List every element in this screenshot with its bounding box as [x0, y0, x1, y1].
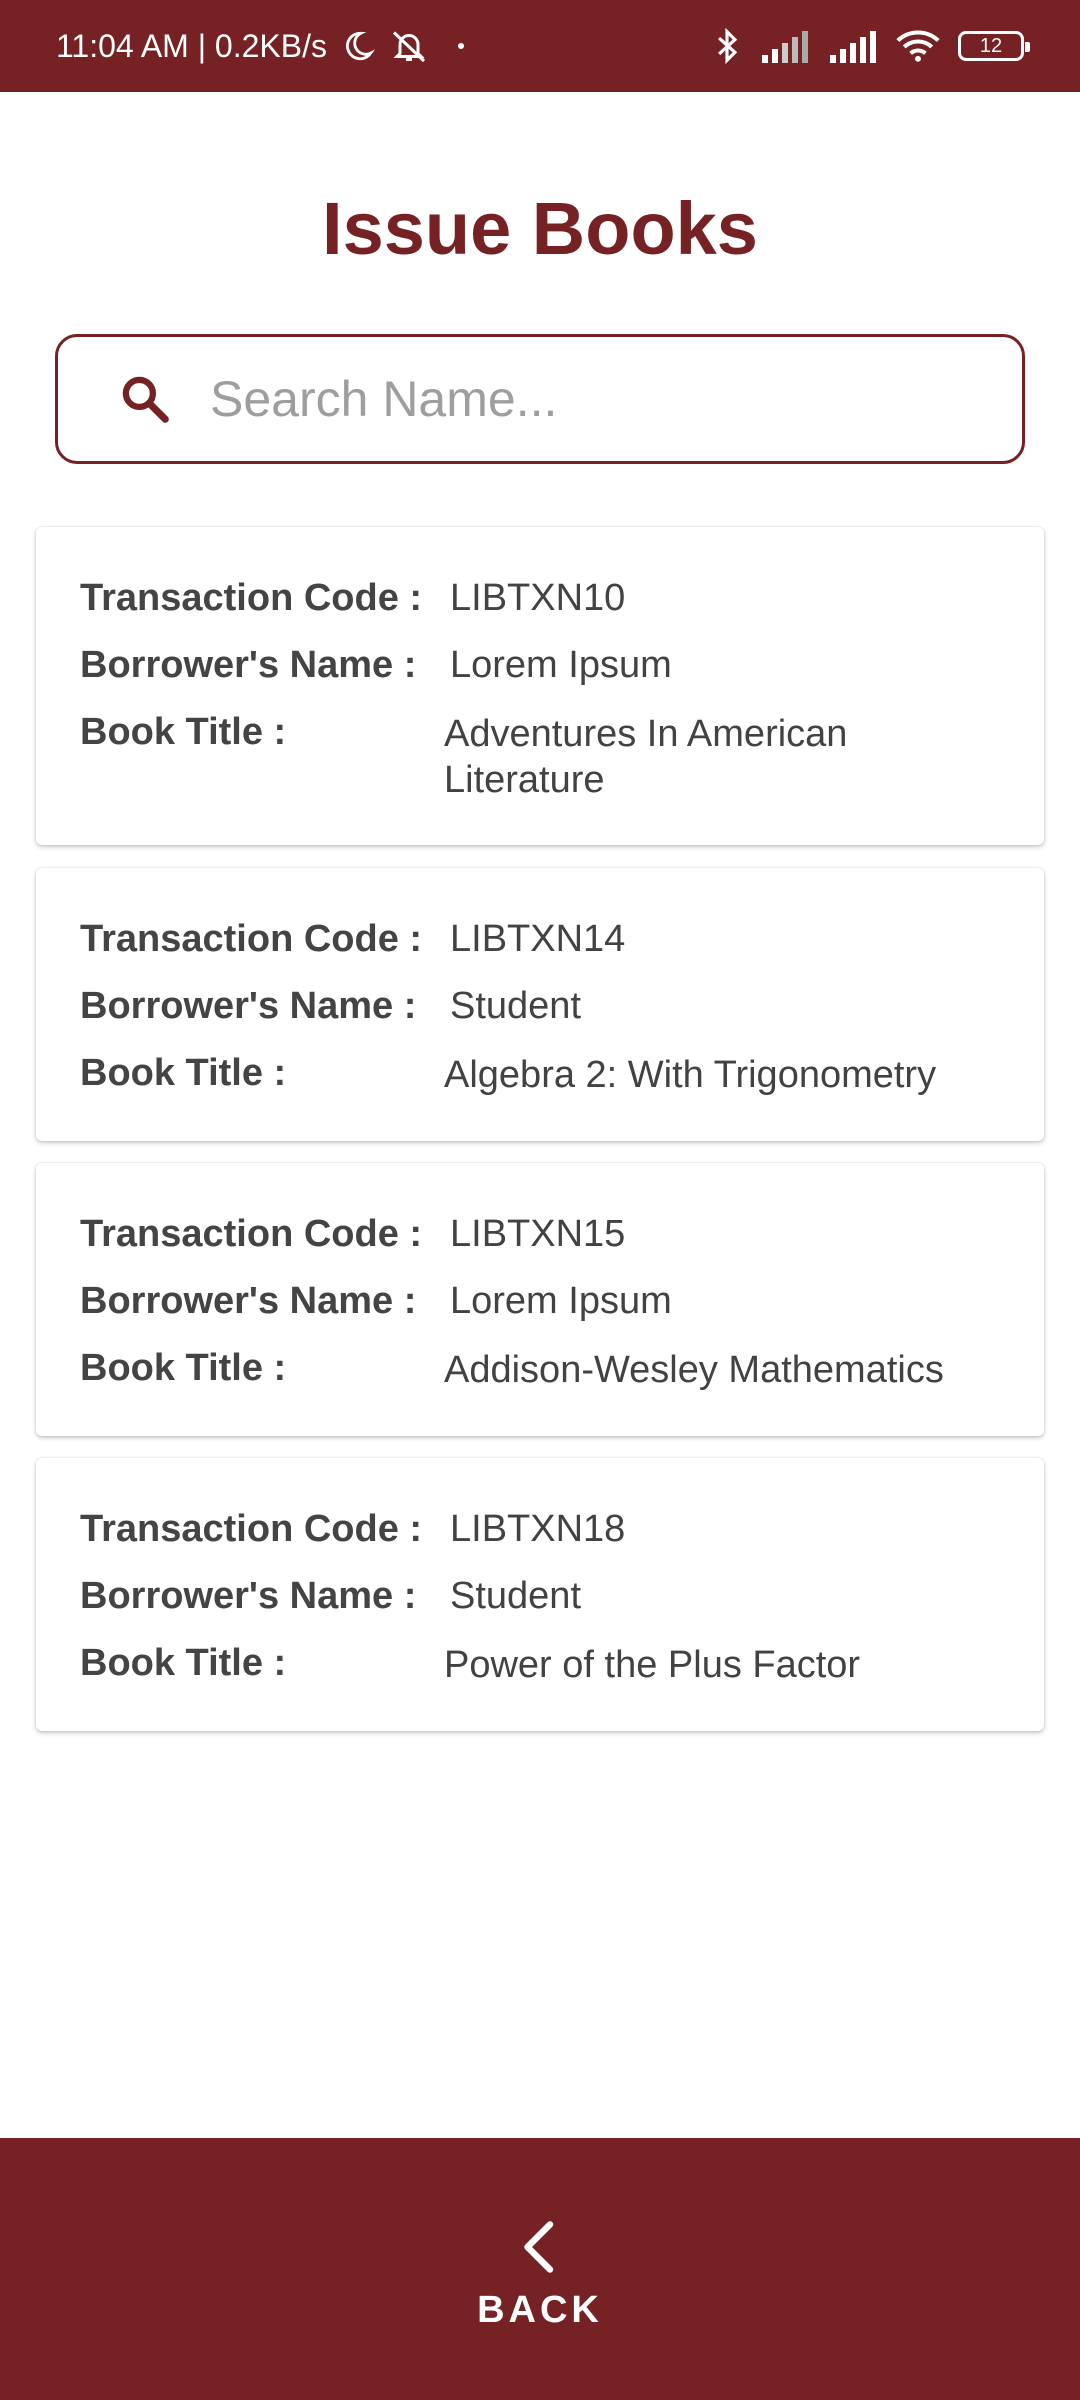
page-title: Issue Books [322, 187, 758, 270]
borrower-name-value: Lorem Ipsum [450, 644, 672, 686]
borrower-name-label: Borrower's Name : [80, 1575, 417, 1617]
borrower-name-label: Borrower's Name : [80, 1280, 417, 1322]
transaction-code-value: LIBTXN18 [450, 1508, 626, 1550]
back-label: BACK [477, 2288, 603, 2331]
transaction-card[interactable]: Transaction Code : LIBTXN14 Borrower's N… [36, 868, 1044, 1141]
status-right: 12 [712, 27, 1030, 65]
transaction-code-value: LIBTXN14 [450, 918, 626, 960]
alarm-off-icon [389, 28, 429, 64]
book-title-value: Algebra 2: With Trigonometry [444, 1054, 937, 1096]
status-time-speed: 11:04 AM | 0.2KB/s [56, 27, 327, 64]
moon-icon [341, 29, 375, 63]
borrower-name-label: Borrower's Name : [80, 985, 417, 1027]
dot-icon [443, 40, 473, 52]
status-bar: 11:04 AM | 0.2KB/s 12 [0, 0, 1080, 92]
book-title-value: Addison-Wesley Mathematics [444, 1349, 944, 1391]
book-title-label: Book Title : [80, 1642, 287, 1684]
transaction-code-value: LIBTXN15 [450, 1213, 626, 1255]
transaction-code-label: Transaction Code : [80, 1213, 423, 1255]
borrower-name-value: Lorem Ipsum [450, 1280, 672, 1322]
borrower-name-value: Student [450, 985, 581, 1027]
search-icon [118, 372, 172, 426]
issue-books-screen: 11:04 AM | 0.2KB/s 12 Issue Books Search… [0, 0, 1080, 2400]
borrower-name-label: Borrower's Name : [80, 644, 417, 686]
transaction-code-label: Transaction Code : [80, 1508, 423, 1550]
search-box[interactable] [55, 334, 1025, 464]
bluetooth-icon [712, 27, 742, 65]
signal-icon [760, 29, 810, 63]
battery-icon: 12 [958, 31, 1030, 61]
search-input[interactable] [210, 370, 970, 428]
book-title-label: Book Title : [80, 1052, 287, 1094]
transaction-code-label: Transaction Code : [80, 577, 423, 619]
book-title-label: Book Title : [80, 1347, 287, 1389]
transaction-card[interactable]: Transaction Code : LIBTXN15 Borrower's N… [36, 1163, 1044, 1436]
transaction-card[interactable]: Transaction Code : LIBTXN10 Borrower's N… [36, 527, 1044, 845]
status-left: 11:04 AM | 0.2KB/s [56, 28, 473, 65]
wifi-icon [896, 29, 940, 63]
book-title-value: Adventures In American Literature [444, 713, 848, 801]
book-title-label: Book Title : [80, 711, 287, 753]
back-button[interactable]: BACK [0, 2138, 1080, 2400]
transaction-code-label: Transaction Code : [80, 918, 423, 960]
transaction-code-value: LIBTXN10 [450, 577, 626, 619]
transaction-card[interactable]: Transaction Code : LIBTXN18 Borrower's N… [36, 1458, 1044, 1731]
battery-level: 12 [979, 34, 1003, 57]
signal-icon [828, 29, 878, 63]
chevron-left-icon [510, 2217, 570, 2277]
borrower-name-value: Student [450, 1575, 581, 1617]
book-title-value: Power of the Plus Factor [444, 1644, 861, 1686]
